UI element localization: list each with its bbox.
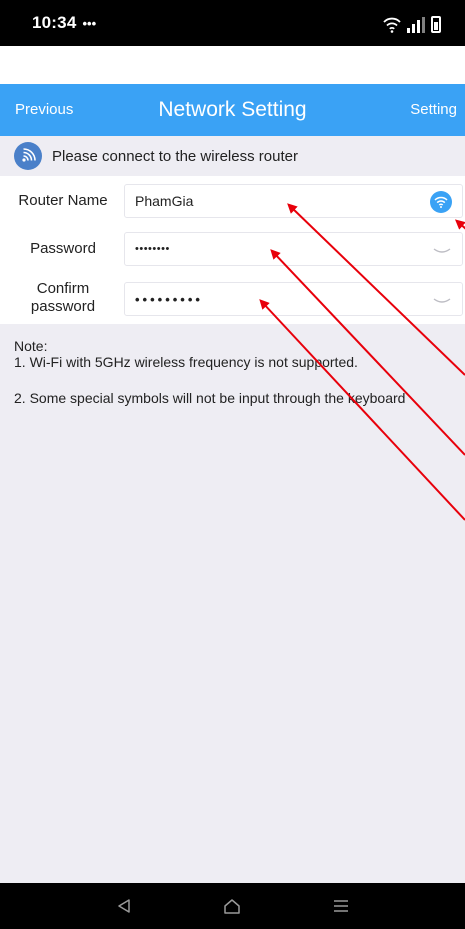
router-name-row: Router Name PhamGia — [0, 180, 465, 222]
router-name-label: Router Name — [18, 192, 108, 209]
confirm-password-label-line1: Confirm — [36, 280, 90, 297]
screen: 10:34 ••• Network Setting Previous Setti… — [0, 0, 465, 929]
battery-icon — [431, 16, 441, 33]
status-right — [383, 13, 441, 33]
confirm-password-label-line2: password — [30, 298, 96, 315]
password-input[interactable]: •••••••• — [124, 232, 463, 266]
network-form: Router Name PhamGia Password •••••••• Co… — [0, 176, 465, 324]
status-left: 10:34 ••• — [32, 13, 96, 33]
connect-hint: Please connect to the wireless router — [0, 136, 465, 176]
router-name-input[interactable]: PhamGia — [124, 184, 463, 218]
confirm-password-value: ••••••••• — [135, 291, 203, 307]
setting-button[interactable]: Setting — [410, 84, 457, 136]
home-icon[interactable] — [212, 886, 252, 926]
note-heading: Note: — [14, 338, 48, 354]
eye-closed-icon[interactable] — [432, 243, 452, 257]
notes-panel: Note: 1. Wi-Fi with 5GHz wireless freque… — [0, 324, 465, 883]
note-gap — [14, 370, 465, 390]
wifi-signal-icon — [14, 142, 42, 170]
router-name-value: PhamGia — [135, 193, 194, 209]
status-bar: 10:34 ••• — [0, 0, 465, 46]
note-line-1: 1. Wi-Fi with 5GHz wireless frequency is… — [14, 354, 358, 370]
password-value: •••••••• — [135, 243, 170, 255]
cellular-signal-icon — [407, 17, 425, 33]
status-time: 10:34 — [32, 13, 77, 32]
previous-button[interactable]: Previous — [15, 84, 73, 136]
nav-bar: Network Setting Previous Setting — [0, 84, 465, 136]
confirm-password-label: Confirm password — [10, 280, 116, 316]
system-nav-bar — [0, 883, 465, 929]
password-row: Password •••••••• — [0, 228, 465, 270]
eye-closed-icon[interactable] — [432, 293, 452, 307]
wifi-icon[interactable] — [430, 191, 452, 213]
confirm-password-input[interactable]: ••••••••• — [124, 282, 463, 316]
note-line-2: 2. Some special symbols will not be inpu… — [14, 390, 406, 406]
connect-hint-text: Please connect to the wireless router — [52, 147, 298, 165]
wifi-status-icon — [383, 17, 401, 33]
status-more-dots: ••• — [82, 15, 97, 31]
menu-lines-icon[interactable] — [321, 886, 361, 926]
password-label: Password — [30, 240, 96, 257]
confirm-password-row: Confirm password ••••••••• — [0, 278, 465, 320]
back-triangle-icon[interactable] — [104, 886, 144, 926]
